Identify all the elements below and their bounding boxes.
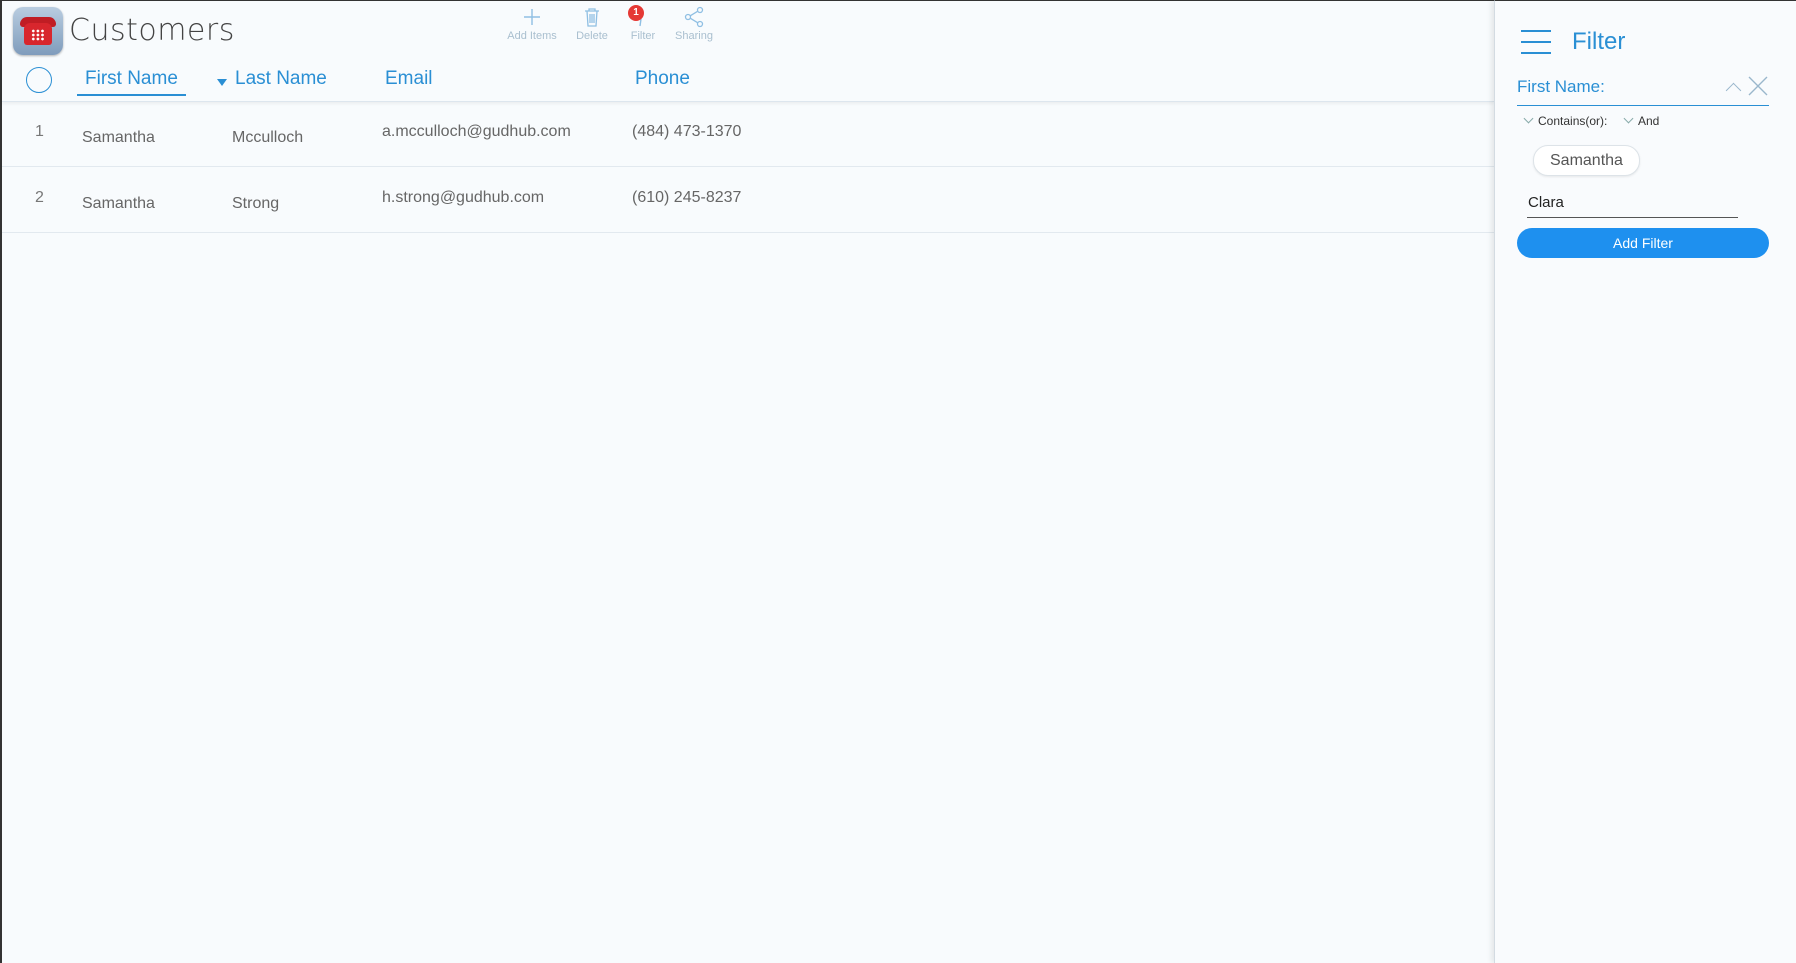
column-phone[interactable]: Phone [635,68,690,90]
table-row[interactable]: 1 Samantha Mcculloch a.mcculloch@gudhub.… [2,101,1494,167]
column-email[interactable]: Email [385,68,433,90]
menu-icon[interactable] [1521,30,1551,63]
filter-button[interactable]: 1 Filter [622,5,664,42]
column-first-name[interactable]: First Name [77,68,186,96]
add-items-label: Add Items [507,30,557,42]
filter-value-chip[interactable]: Samantha [1533,145,1640,176]
toolbar: Add Items Delete 1 Filter Sharing [502,5,724,42]
add-items-button[interactable]: Add Items [502,5,562,42]
condition-label: Contains(or): [1538,114,1608,128]
row-number: 2 [35,189,44,206]
cell-phone: (610) 245-8237 [632,189,742,206]
trash-icon [585,8,599,27]
plus-icon [524,9,540,25]
add-filter-button[interactable]: Add Filter [1517,228,1769,258]
cell-last-name: Mcculloch [232,129,304,146]
filter-field-label: First Name: [1517,77,1605,96]
telephone-dial [31,29,45,41]
chevron-down-icon [1523,113,1534,124]
close-icon[interactable] [1747,75,1769,97]
page-title: Customers [69,13,235,48]
condition-dropdown[interactable]: Contains(or): [1523,113,1608,128]
table-header: First Name Last Name Email Phone [2,63,1494,102]
cell-phone: (484) 473-1370 [632,123,742,140]
sharing-label: Sharing [675,30,713,42]
app-icon [13,7,63,55]
main-area: Customers Add Items Delete 1 Filter Shar… [0,0,1494,963]
sort-down-icon[interactable] [217,79,227,86]
row-number: 1 [35,123,44,140]
share-icon [684,6,704,28]
filter-label: Filter [630,30,656,42]
filter-value-input[interactable] [1527,187,1738,218]
filter-panel-title: Filter [1572,28,1626,55]
table-row[interactable]: 2 Samantha Strong h.strong@gudhub.com (6… [2,167,1494,233]
cell-first-name: Samantha [82,129,155,146]
filter-field-row: First Name: [1517,75,1769,106]
logic-label: And [1638,114,1660,128]
cell-email: h.strong@gudhub.com [382,189,545,206]
column-last-name[interactable]: Last Name [235,68,327,90]
delete-button[interactable]: Delete [562,5,622,42]
cell-first-name: Samantha [82,195,155,212]
chevron-down-icon [1623,113,1634,124]
filter-panel: Filter First Name: Contains(or): And Sam… [1494,0,1796,963]
sharing-button[interactable]: Sharing [664,5,724,42]
cell-email: a.mcculloch@gudhub.com [382,123,571,140]
cell-last-name: Strong [232,195,280,212]
select-all-checkbox[interactable] [26,67,52,93]
delete-label: Delete [576,30,608,42]
filter-badge: 1 [628,5,644,21]
logic-dropdown[interactable]: And [1623,113,1660,128]
chevron-up-icon[interactable] [1725,82,1742,99]
